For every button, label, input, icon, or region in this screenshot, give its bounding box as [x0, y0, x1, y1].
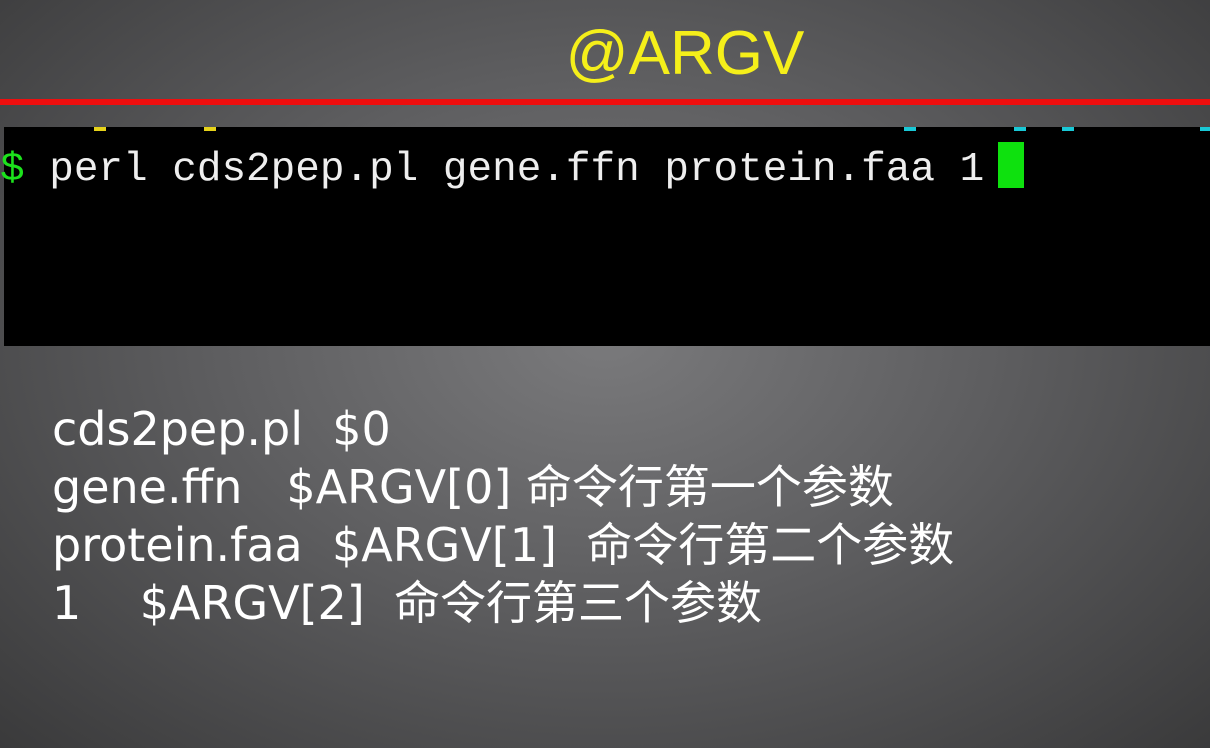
- slide-title: @ARGV: [565, 19, 805, 88]
- arg-name: cds2pep.pl: [52, 402, 304, 456]
- arg-variable: $ARGV[2]: [139, 576, 365, 630]
- arg-name: gene.ffn: [52, 460, 243, 514]
- command-line: $ perl cds2pep.pl gene.ffn protein.faa 1: [0, 142, 1025, 193]
- arg-variable: $0: [332, 402, 391, 456]
- prompt-symbol: $: [0, 147, 25, 193]
- terminal-fragment: [1200, 127, 1210, 131]
- arg-variable: $ARGV[1]: [331, 518, 557, 572]
- terminal-fragment: [204, 127, 216, 131]
- cursor: [998, 142, 1025, 188]
- command-text: perl cds2pep.pl gene.ffn protein.faa 1: [49, 147, 985, 193]
- terminal-fragment: [1062, 127, 1074, 131]
- arg-variable: $ARGV[0]: [286, 460, 512, 514]
- arg-description: 命令行第二个参数: [586, 518, 955, 572]
- explanation-row: cds2pep.pl $0: [52, 400, 954, 458]
- explanation-list: cds2pep.pl $0 gene.ffn $ARGV[0] 命令行第一个参数…: [52, 400, 954, 632]
- arg-description: 命令行第三个参数: [394, 576, 762, 630]
- title-divider: [0, 99, 1210, 105]
- explanation-row: protein.faa $ARGV[1] 命令行第二个参数: [52, 516, 954, 574]
- terminal-fragment: [1014, 127, 1026, 131]
- terminal-fragment: [904, 127, 916, 131]
- explanation-row: gene.ffn $ARGV[0] 命令行第一个参数: [52, 458, 954, 516]
- terminal-fragment: [94, 127, 106, 131]
- arg-name: protein.faa: [52, 518, 303, 572]
- arg-name: 1: [52, 576, 82, 630]
- explanation-row: 1 $ARGV[2] 命令行第三个参数: [52, 574, 954, 632]
- arg-description: 命令行第一个参数: [525, 460, 894, 514]
